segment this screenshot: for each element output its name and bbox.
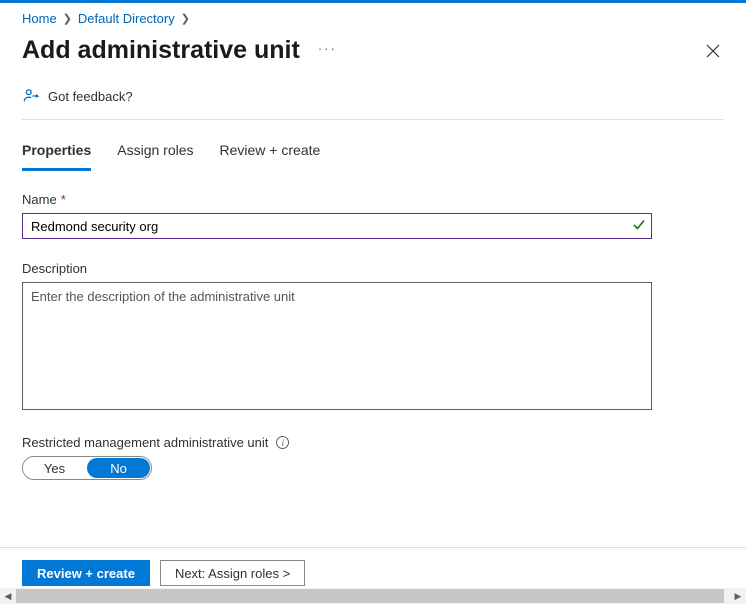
horizontal-scrollbar[interactable]: ◀ ▶ — [0, 588, 746, 604]
description-input[interactable] — [22, 282, 652, 410]
tab-assign-roles[interactable]: Assign roles — [117, 142, 193, 171]
close-button[interactable] — [702, 40, 724, 62]
page-title: Add administrative unit — [22, 36, 300, 65]
scroll-thumb[interactable] — [16, 589, 724, 603]
field-description: Description — [22, 261, 724, 413]
field-restricted: Restricted management administrative uni… — [22, 435, 724, 480]
feedback-icon — [22, 87, 40, 105]
info-icon[interactable]: i — [276, 436, 289, 449]
next-assign-roles-button[interactable]: Next: Assign roles > — [160, 560, 305, 586]
tab-review-create[interactable]: Review + create — [220, 142, 321, 171]
footer: Review + create Next: Assign roles > — [0, 547, 746, 586]
breadcrumb: Home ❯ Default Directory ❯ — [0, 3, 746, 30]
description-label: Description — [22, 261, 724, 276]
scroll-track[interactable] — [16, 588, 730, 604]
form: Name * Description Restricted management… — [0, 172, 746, 480]
page-header: Add administrative unit ··· — [0, 30, 746, 79]
tabs: Properties Assign roles Review + create — [0, 120, 746, 172]
breadcrumb-home[interactable]: Home — [22, 11, 57, 26]
required-indicator: * — [61, 192, 66, 207]
restricted-label: Restricted management administrative uni… — [22, 435, 724, 450]
field-name: Name * — [22, 192, 724, 239]
scroll-left-icon[interactable]: ◀ — [0, 588, 16, 604]
check-icon — [632, 218, 646, 235]
toggle-no[interactable]: No — [87, 458, 150, 478]
scroll-right-icon[interactable]: ▶ — [730, 588, 746, 604]
toggle-yes[interactable]: Yes — [23, 457, 86, 479]
chevron-right-icon: ❯ — [181, 12, 190, 25]
feedback-link[interactable]: Got feedback? — [22, 79, 724, 120]
tab-properties[interactable]: Properties — [22, 142, 91, 171]
review-create-button[interactable]: Review + create — [22, 560, 150, 586]
chevron-right-icon: ❯ — [63, 12, 72, 25]
more-button[interactable]: ··· — [318, 41, 337, 60]
name-input[interactable] — [22, 213, 652, 239]
name-label: Name * — [22, 192, 724, 207]
feedback-label: Got feedback? — [48, 89, 133, 104]
restricted-toggle[interactable]: Yes No — [22, 456, 152, 480]
breadcrumb-directory[interactable]: Default Directory — [78, 11, 175, 26]
close-icon — [706, 44, 720, 58]
